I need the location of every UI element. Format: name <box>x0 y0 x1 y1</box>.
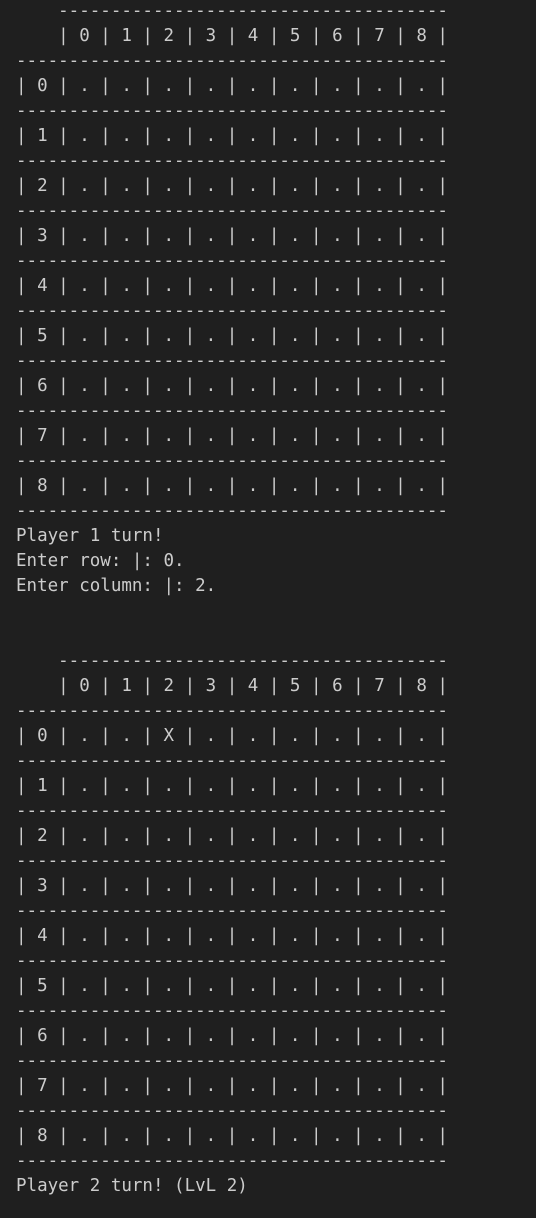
board-1-top-border: ------------------------------------- <box>16 1 448 21</box>
board-2-row-6: | 6 | . | . | . | . | . | . | . | . | . … <box>16 1026 448 1046</box>
board-2-row-1: | 1 | . | . | . | . | . | . | . | . | . … <box>16 776 448 796</box>
board-2-separator: ----------------------------------------… <box>16 801 448 821</box>
board-1-row-6: | 6 | . | . | . | . | . | . | . | . | . … <box>16 376 448 396</box>
board-2-row-3: | 3 | . | . | . | . | . | . | . | . | . … <box>16 876 448 896</box>
board-2-separator: ----------------------------------------… <box>16 901 448 921</box>
board-1-separator: ----------------------------------------… <box>16 101 448 121</box>
board-1-separator: ----------------------------------------… <box>16 201 448 221</box>
board-2-row-4: | 4 | . | . | . | . | . | . | . | . | . … <box>16 926 448 946</box>
enter-row-prompt: Enter row: |: 0. <box>16 551 185 571</box>
board-1-row-1: | 1 | . | . | . | . | . | . | . | . | . … <box>16 126 448 146</box>
board-2-row-7: | 7 | . | . | . | . | . | . | . | . | . … <box>16 1076 448 1096</box>
player-2-turn-text: Player 2 turn! (LvL 2) <box>16 1176 248 1196</box>
terminal-output: ------------------------------------- | … <box>0 0 536 1218</box>
board-1-row-3: | 3 | . | . | . | . | . | . | . | . | . … <box>16 226 448 246</box>
board-1-row-2: | 2 | . | . | . | . | . | . | . | . | . … <box>16 176 448 196</box>
board-2-row-2: | 2 | . | . | . | . | . | . | . | . | . … <box>16 826 448 846</box>
board-2-row-5: | 5 | . | . | . | . | . | . | . | . | . … <box>16 976 448 996</box>
board-1-separator: ----------------------------------------… <box>16 451 448 471</box>
board-1-row-7: | 7 | . | . | . | . | . | . | . | . | . … <box>16 426 448 446</box>
board-1-separator: ----------------------------------------… <box>16 51 448 71</box>
board-1-row-0: | 0 | . | . | . | . | . | . | . | . | . … <box>16 76 448 96</box>
board-2-top-border: ------------------------------------- <box>16 651 448 671</box>
board-2-separator: ----------------------------------------… <box>16 701 448 721</box>
board-1-row-8: | 8 | . | . | . | . | . | . | . | . | . … <box>16 476 448 496</box>
board-1-row-4: | 4 | . | . | . | . | . | . | . | . | . … <box>16 276 448 296</box>
player-1-turn-text: Player 1 turn! <box>16 526 164 546</box>
board-1-separator: ----------------------------------------… <box>16 301 448 321</box>
board-1-separator: ----------------------------------------… <box>16 251 448 271</box>
board-1-bottom-border: ----------------------------------------… <box>16 501 448 521</box>
board-1-row-5: | 5 | . | . | . | . | . | . | . | . | . … <box>16 326 448 346</box>
board-2-row-8: | 8 | . | . | . | . | . | . | . | . | . … <box>16 1126 448 1146</box>
board-2-separator: ----------------------------------------… <box>16 751 448 771</box>
board-1-separator: ----------------------------------------… <box>16 351 448 371</box>
board-1-separator: ----------------------------------------… <box>16 401 448 421</box>
board-1-separator: ----------------------------------------… <box>16 151 448 171</box>
board-1-column-header: | 0 | 1 | 2 | 3 | 4 | 5 | 6 | 7 | 8 | <box>16 26 448 46</box>
board-2-row-0: | 0 | . | . | X | . | . | . | . | . | . … <box>16 726 448 746</box>
enter-column-prompt: Enter column: |: 2. <box>16 576 217 596</box>
board-2-separator: ----------------------------------------… <box>16 1051 448 1071</box>
board-2-bottom-border: ----------------------------------------… <box>16 1151 448 1171</box>
board-2-column-header: | 0 | 1 | 2 | 3 | 4 | 5 | 6 | 7 | 8 | <box>16 676 448 696</box>
board-2-separator: ----------------------------------------… <box>16 951 448 971</box>
board-2-separator: ----------------------------------------… <box>16 1001 448 1021</box>
board-2-separator: ----------------------------------------… <box>16 851 448 871</box>
board-2-separator: ----------------------------------------… <box>16 1101 448 1121</box>
